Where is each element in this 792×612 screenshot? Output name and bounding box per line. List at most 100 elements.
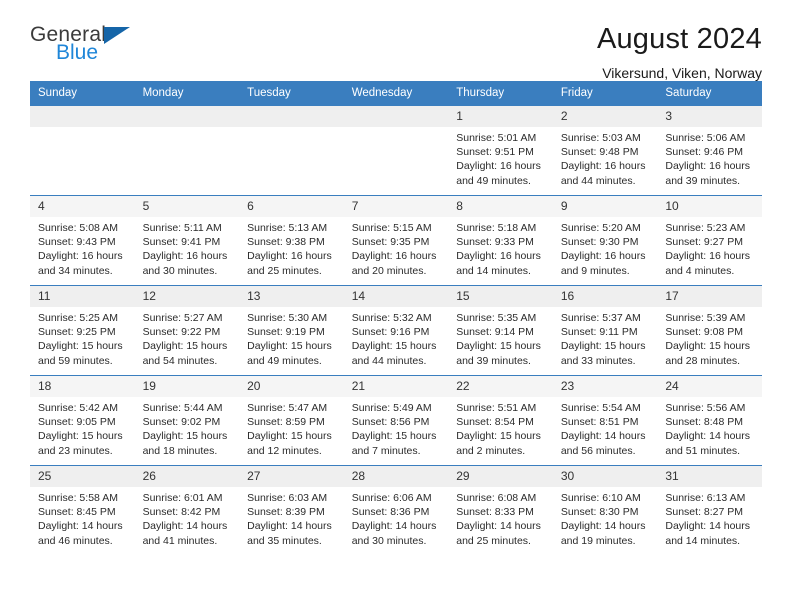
- day-details: Sunrise: 5:47 AM Sunset: 8:59 PM Daylight:…: [239, 397, 344, 458]
- weekday-header-thursday: Thursday: [448, 81, 553, 106]
- calendar-day-cell[interactable]: 1 Sunrise: 5:01 AM Sunset: 9:51 PM Daylight…: [448, 105, 553, 196]
- calendar-week-row: 1 Sunrise: 5:01 AM Sunset: 9:51 PM Daylight…: [30, 105, 762, 196]
- daylight-text-line2: and 54 minutes.: [142, 354, 218, 367]
- calendar-day-cell[interactable]: 7 Sunrise: 5:15 AM Sunset: 9:35 PM Daylight…: [343, 195, 449, 286]
- sunset-text: Sunset: 9:33 PM: [456, 236, 534, 249]
- day-number: [239, 106, 344, 127]
- calendar-day-cell[interactable]: 8 Sunrise: 5:18 AM Sunset: 9:33 PM Daylight…: [448, 195, 553, 286]
- sunset-text: Sunset: 9:14 PM: [456, 326, 534, 339]
- daylight-text-line2: and 25 minutes.: [247, 264, 322, 277]
- daylight-text-line1: Daylight: 16 hours: [456, 160, 541, 173]
- daylight-text-line2: and 30 minutes.: [351, 534, 427, 547]
- calendar-day-cell[interactable]: 28 Sunrise: 6:06 AM Sunset: 8:36 PM Dayligh…: [343, 465, 449, 556]
- daylight-text-line1: Daylight: 14 hours: [351, 520, 437, 533]
- day-cell-inner: 1 Sunrise: 5:01 AM Sunset: 9:51 PM Daylight…: [448, 106, 553, 195]
- daylight-text-line1: Daylight: 14 hours: [665, 520, 751, 533]
- weekday-header-saturday: Saturday: [657, 81, 762, 106]
- calendar-day-cell[interactable]: 20 Sunrise: 5:47 AM Sunset: 8:59 PM Dayligh…: [239, 375, 344, 466]
- daylight-text-line1: Daylight: 15 hours: [560, 340, 646, 353]
- sunrise-text: Sunrise: 5:03 AM: [560, 132, 641, 144]
- calendar-day-cell[interactable]: 27 Sunrise: 6:03 AM Sunset: 8:39 PM Dayligh…: [239, 465, 344, 556]
- daylight-text-line2: and 14 minutes.: [665, 534, 741, 547]
- day-number: 18: [30, 376, 135, 397]
- day-details: Sunrise: 5:08 AM Sunset: 9:43 PM Daylight:…: [30, 217, 135, 278]
- calendar-day-cell[interactable]: 6 Sunrise: 5:13 AM Sunset: 9:38 PM Daylight…: [239, 195, 344, 286]
- daylight-text-line2: and 7 minutes.: [351, 444, 421, 457]
- day-details: Sunrise: 5:58 AM Sunset: 8:45 PM Daylight:…: [30, 487, 135, 548]
- calendar-day-cell[interactable]: 31 Sunrise: 6:13 AM Sunset: 8:27 PM Dayligh…: [657, 465, 762, 556]
- calendar-day-cell[interactable]: 18 Sunrise: 5:42 AM Sunset: 9:05 PM Dayligh…: [30, 375, 135, 466]
- sunrise-text: Sunrise: 5:25 AM: [38, 312, 118, 324]
- brand-logo[interactable]: General Blue: [30, 22, 210, 63]
- calendar-day-cell[interactable]: 13 Sunrise: 5:30 AM Sunset: 9:19 PM Dayligh…: [239, 285, 344, 376]
- day-number: 12: [134, 286, 240, 307]
- daylight-text-line2: and 19 minutes.: [560, 534, 636, 547]
- calendar-cell-empty: [134, 105, 240, 196]
- day-cell-inner: 4 Sunrise: 5:08 AM Sunset: 9:43 PM Daylight…: [30, 196, 135, 285]
- sunrise-text: Sunrise: 5:18 AM: [456, 222, 537, 234]
- day-cell-inner: 16 Sunrise: 5:37 AM Sunset: 9:11 PM Dayligh…: [552, 286, 658, 375]
- calendar-day-cell[interactable]: 10 Sunrise: 5:23 AM Sunset: 9:27 PM Dayligh…: [657, 195, 762, 286]
- sunrise-text: Sunrise: 5:39 AM: [665, 312, 746, 324]
- daylight-text-line1: Daylight: 14 hours: [247, 520, 332, 533]
- calendar-day-cell[interactable]: 4 Sunrise: 5:08 AM Sunset: 9:43 PM Daylight…: [30, 195, 135, 286]
- day-cell-inner: 12 Sunrise: 5:27 AM Sunset: 9:22 PM Dayligh…: [134, 286, 240, 375]
- calendar-header-row: Sunday Monday Tuesday Wednesday Thursday…: [30, 81, 762, 106]
- calendar-day-cell[interactable]: 22 Sunrise: 5:51 AM Sunset: 8:54 PM Dayligh…: [448, 375, 553, 466]
- calendar-day-cell[interactable]: 2 Sunrise: 5:03 AM Sunset: 9:48 PM Daylight…: [552, 105, 658, 196]
- sunset-text: Sunset: 9:08 PM: [665, 326, 744, 339]
- day-cell-inner: 17 Sunrise: 5:39 AM Sunset: 9:08 PM Dayligh…: [657, 286, 762, 375]
- day-details: Sunrise: 5:56 AM Sunset: 8:48 PM Daylight:…: [657, 397, 762, 458]
- calendar-day-cell[interactable]: 24 Sunrise: 5:56 AM Sunset: 8:48 PM Dayligh…: [657, 375, 762, 466]
- calendar-day-cell[interactable]: 12 Sunrise: 5:27 AM Sunset: 9:22 PM Dayligh…: [134, 285, 240, 376]
- calendar-day-cell[interactable]: 19 Sunrise: 5:44 AM Sunset: 9:02 PM Dayligh…: [134, 375, 240, 466]
- day-details: Sunrise: 5:15 AM Sunset: 9:35 PM Daylight:…: [344, 217, 449, 278]
- day-number: [343, 106, 449, 127]
- daylight-text-line1: Daylight: 14 hours: [142, 520, 228, 533]
- calendar-day-cell[interactable]: 14 Sunrise: 5:32 AM Sunset: 9:16 PM Dayligh…: [343, 285, 449, 376]
- calendar-day-cell[interactable]: 15 Sunrise: 5:35 AM Sunset: 9:14 PM Dayligh…: [448, 285, 553, 376]
- sunset-text: Sunset: 9:30 PM: [560, 236, 639, 249]
- day-number: 19: [134, 376, 240, 397]
- calendar-cell-empty: [30, 105, 135, 196]
- calendar-day-cell[interactable]: 17 Sunrise: 5:39 AM Sunset: 9:08 PM Dayligh…: [657, 285, 762, 376]
- day-cell-inner: 23 Sunrise: 5:54 AM Sunset: 8:51 PM Dayligh…: [552, 376, 658, 465]
- calendar-day-cell[interactable]: 16 Sunrise: 5:37 AM Sunset: 9:11 PM Dayligh…: [552, 285, 658, 376]
- sunrise-text: Sunrise: 5:42 AM: [38, 402, 118, 414]
- day-cell-inner: 24 Sunrise: 5:56 AM Sunset: 8:48 PM Dayligh…: [657, 376, 762, 465]
- day-details: Sunrise: 5:51 AM Sunset: 8:54 PM Daylight:…: [448, 397, 553, 458]
- calendar-day-cell[interactable]: 21 Sunrise: 5:49 AM Sunset: 8:56 PM Dayligh…: [343, 375, 449, 466]
- sunrise-text: Sunrise: 5:30 AM: [247, 312, 328, 324]
- sunset-text: Sunset: 9:38 PM: [247, 236, 325, 249]
- day-cell-inner: 18 Sunrise: 5:42 AM Sunset: 9:05 PM Dayligh…: [30, 376, 135, 465]
- daylight-text-line1: Daylight: 14 hours: [456, 520, 541, 533]
- day-details: Sunrise: 5:30 AM Sunset: 9:19 PM Daylight:…: [239, 307, 344, 368]
- day-cell-inner: 13 Sunrise: 5:30 AM Sunset: 9:19 PM Dayligh…: [239, 286, 344, 375]
- daylight-text-line2: and 30 minutes.: [142, 264, 218, 277]
- calendar-day-cell[interactable]: 25 Sunrise: 5:58 AM Sunset: 8:45 PM Dayligh…: [30, 465, 135, 556]
- day-number: 11: [30, 286, 135, 307]
- calendar-day-cell[interactable]: 11 Sunrise: 5:25 AM Sunset: 9:25 PM Dayligh…: [30, 285, 135, 376]
- daylight-text-line1: Daylight: 16 hours: [351, 250, 437, 263]
- sunrise-text: Sunrise: 6:08 AM: [456, 492, 537, 504]
- sunrise-text: Sunrise: 5:37 AM: [560, 312, 641, 324]
- day-details: Sunrise: 5:06 AM Sunset: 9:46 PM Daylight:…: [657, 127, 762, 188]
- day-number: 31: [657, 466, 762, 487]
- day-cell-inner: 2 Sunrise: 5:03 AM Sunset: 9:48 PM Daylight…: [552, 106, 658, 195]
- day-cell-inner: 3 Sunrise: 5:06 AM Sunset: 9:46 PM Daylight…: [657, 106, 762, 195]
- calendar-day-cell[interactable]: 3 Sunrise: 5:06 AM Sunset: 9:46 PM Daylight…: [657, 105, 762, 196]
- calendar-day-cell[interactable]: 5 Sunrise: 5:11 AM Sunset: 9:41 PM Daylight…: [134, 195, 240, 286]
- calendar-day-cell[interactable]: 29 Sunrise: 6:08 AM Sunset: 8:33 PM Dayligh…: [448, 465, 553, 556]
- sunrise-text: Sunrise: 5:06 AM: [665, 132, 746, 144]
- day-number: 28: [343, 466, 449, 487]
- weekday-header-tuesday: Tuesday: [239, 81, 344, 106]
- calendar-day-cell[interactable]: 30 Sunrise: 6:10 AM Sunset: 8:30 PM Dayligh…: [552, 465, 658, 556]
- day-number: 22: [448, 376, 553, 397]
- calendar-day-cell[interactable]: 26 Sunrise: 6:01 AM Sunset: 8:42 PM Dayligh…: [134, 465, 240, 556]
- daylight-text-line1: Daylight: 15 hours: [351, 340, 437, 353]
- calendar-day-cell[interactable]: 23 Sunrise: 5:54 AM Sunset: 8:51 PM Dayligh…: [552, 375, 658, 466]
- daylight-text-line2: and 25 minutes.: [456, 534, 531, 547]
- calendar-cell-empty: [343, 105, 449, 196]
- daylight-text-line1: Daylight: 14 hours: [560, 520, 646, 533]
- calendar-day-cell[interactable]: 9 Sunrise: 5:20 AM Sunset: 9:30 PM Daylight…: [552, 195, 658, 286]
